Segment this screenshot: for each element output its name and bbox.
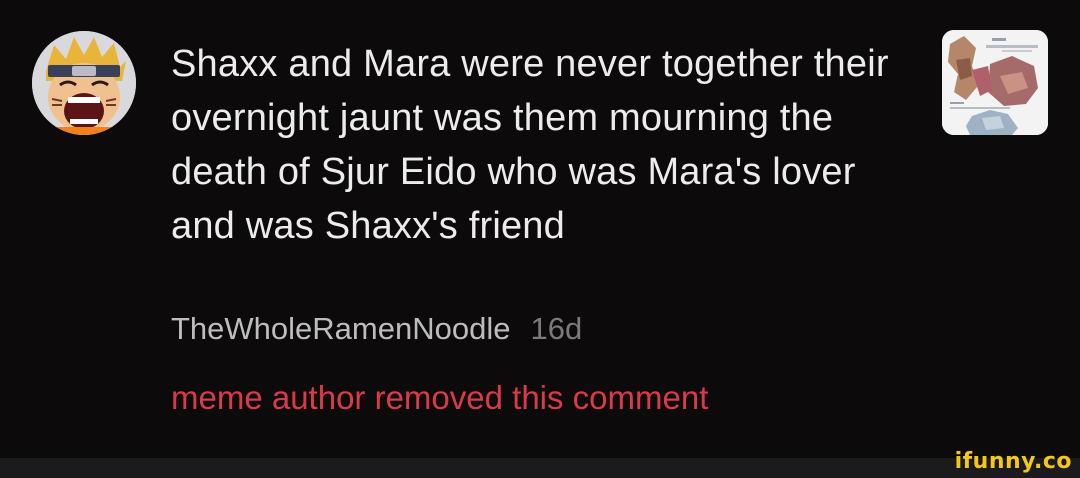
comment-timestamp: 16d (530, 311, 583, 346)
removed-notice: meme author removed this comment (171, 379, 709, 416)
avatar[interactable] (32, 31, 136, 135)
comment-meta: TheWholeRamenNoodle 16d (171, 307, 582, 351)
comment-text: Shaxx and Mara were never together their… (171, 43, 889, 247)
footer-bar (0, 458, 1080, 478)
ifunny-watermark: ifunny.co (954, 449, 1072, 474)
meme-thumbnail-icon (942, 30, 1048, 135)
comment-card: Shaxx and Mara were never together their… (0, 0, 1080, 458)
meme-thumbnail[interactable] (942, 30, 1048, 135)
username-link[interactable]: TheWholeRamenNoodle (171, 311, 510, 346)
naruto-screaming-avatar-icon (32, 31, 136, 135)
